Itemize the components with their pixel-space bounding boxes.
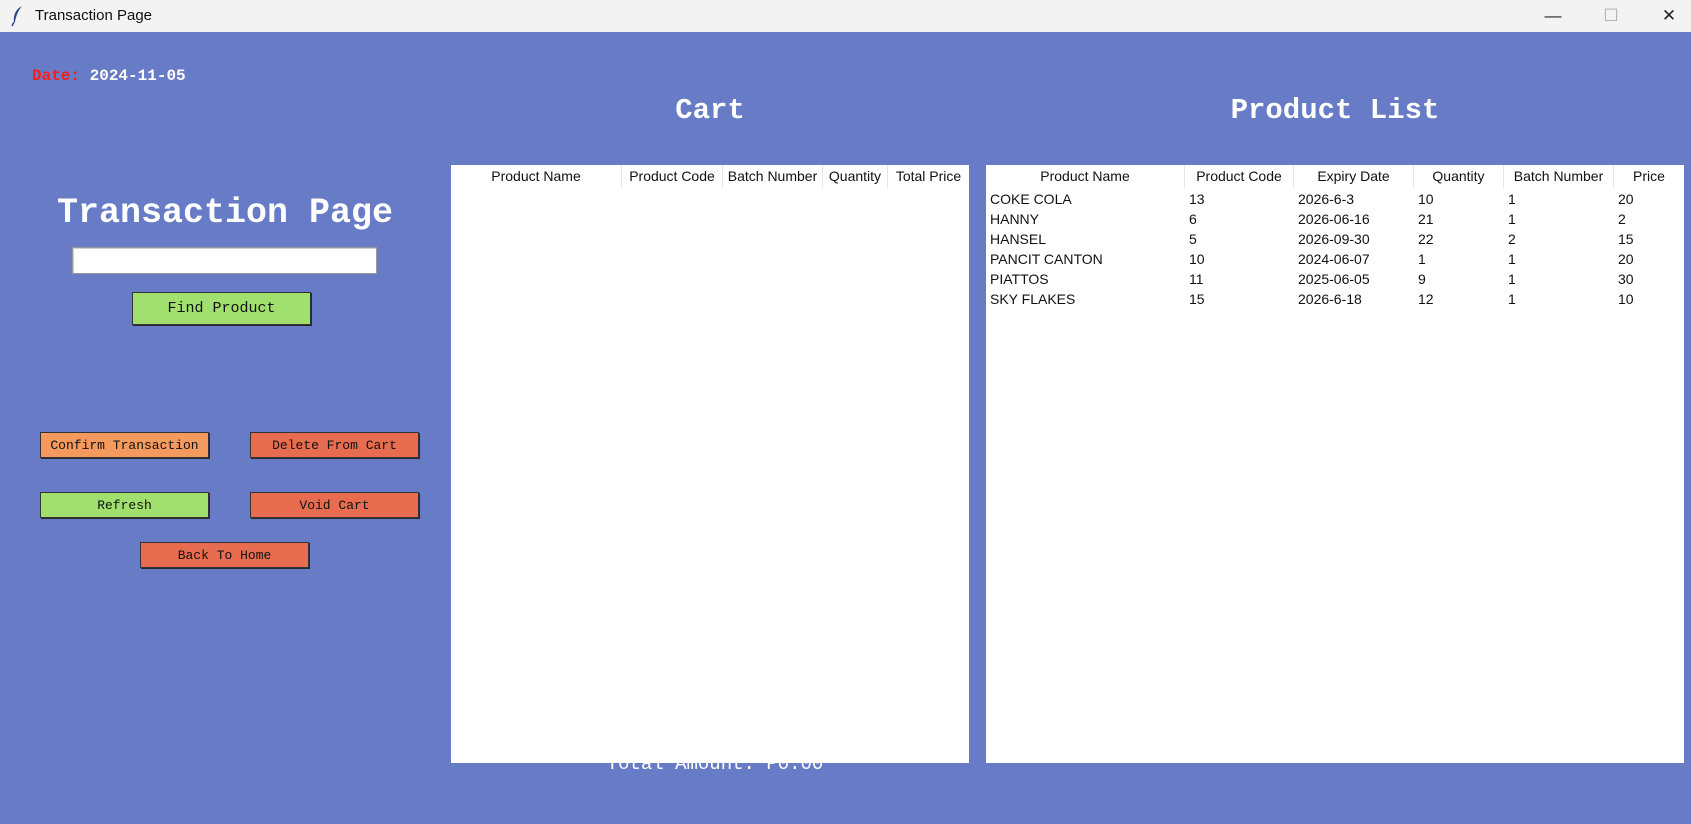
cart-header-row: Product Name Product Code Batch Number Q… [451,165,969,188]
cell-quantity: 12 [1418,291,1434,307]
cell-expiry-date: 2024-06-07 [1298,251,1370,267]
maximize-icon: ☐ [1603,6,1619,25]
total-amount-value: ₱0.00 [766,753,824,775]
cell-expiry-date: 2026-06-16 [1298,211,1370,227]
refresh-button[interactable]: Refresh [40,492,209,518]
cell-expiry-date: 2026-6-3 [1298,191,1355,207]
main-window: Date: 2024-11-05 Transaction Page Find P… [0,32,1691,824]
cell-product-name: PIATTOS [990,271,1049,287]
cell-product-name: COKE COLA [990,191,1072,207]
cell-expiry-date: 2026-09-30 [1298,231,1370,247]
cart-col-total-price[interactable]: Total Price [888,165,969,188]
table-row[interactable]: COKE COLA 13 2026-6-3 10 1 20 [986,189,1684,209]
cell-product-code: 5 [1189,231,1197,247]
delete-from-cart-button[interactable]: Delete From Cart [250,432,419,458]
confirm-transaction-button[interactable]: Confirm Transaction [40,432,209,458]
window-titlebar: Transaction Page — ☐ ✕ [0,0,1691,32]
cell-price: 10 [1618,291,1634,307]
product-list-header-row: Product Name Product Code Expiry Date Qu… [986,165,1684,188]
date-value: 2024-11-05 [89,67,186,85]
cell-product-code: 13 [1189,191,1205,207]
product-list-title: Product List [1230,94,1440,127]
back-to-home-button[interactable]: Back To Home [140,542,309,568]
cell-product-code: 10 [1189,251,1205,267]
cell-quantity: 22 [1418,231,1434,247]
table-row[interactable]: PIATTOS 11 2025-06-05 9 1 30 [986,269,1684,289]
cell-expiry-date: 2025-06-05 [1298,271,1370,287]
cell-price: 20 [1618,191,1634,207]
pl-col-product-code[interactable]: Product Code [1185,165,1294,188]
pl-col-price[interactable]: Price [1614,165,1684,188]
cell-batch-number: 1 [1508,271,1516,287]
cell-quantity: 10 [1418,191,1434,207]
date-label: Date: [32,67,81,85]
cell-quantity: 1 [1418,251,1426,267]
pl-col-quantity[interactable]: Quantity [1414,165,1504,188]
cell-product-code: 15 [1189,291,1205,307]
cell-price: 20 [1618,251,1634,267]
cart-col-quantity[interactable]: Quantity [823,165,888,188]
table-row[interactable]: SKY FLAKES 15 2026-6-18 12 1 10 [986,289,1684,309]
cart-col-product-name[interactable]: Product Name [451,165,622,188]
table-row[interactable]: PANCIT CANTON 10 2024-06-07 1 1 20 [986,249,1684,269]
cell-batch-number: 1 [1508,191,1516,207]
page-title: Transaction Page [56,193,394,233]
cell-product-code: 6 [1189,211,1197,227]
cell-price: 30 [1618,271,1634,287]
find-product-button[interactable]: Find Product [132,292,311,325]
cart-title: Cart [675,94,745,127]
cart-col-batch-number[interactable]: Batch Number [723,165,823,188]
search-input[interactable] [72,247,377,274]
pl-col-product-name[interactable]: Product Name [986,165,1185,188]
cell-price: 2 [1618,211,1626,227]
close-icon: ✕ [1661,6,1677,25]
cell-product-name: HANSEL [990,231,1047,247]
window-title: Transaction Page [35,7,153,24]
cell-quantity: 9 [1418,271,1426,287]
table-row[interactable]: HANSEL 5 2026-09-30 22 2 15 [986,229,1684,249]
minimize-button[interactable]: — [1524,0,1582,32]
close-button[interactable]: ✕ [1640,0,1691,32]
feather-icon [11,6,22,27]
cell-expiry-date: 2026-6-18 [1298,291,1362,307]
cell-batch-number: 1 [1508,251,1516,267]
cart-col-product-code[interactable]: Product Code [622,165,723,188]
cell-product-name: PANCIT CANTON [990,251,1103,267]
cell-price: 15 [1618,231,1634,247]
cell-product-code: 11 [1189,271,1204,287]
cell-batch-number: 1 [1508,211,1516,227]
pl-col-batch-number[interactable]: Batch Number [1504,165,1614,188]
product-list-table[interactable]: Product Name Product Code Expiry Date Qu… [986,165,1684,763]
total-amount: Total Amount: ₱0.00 [450,753,980,775]
void-cart-button[interactable]: Void Cart [250,492,419,518]
cell-quantity: 21 [1418,211,1434,227]
cell-batch-number: 1 [1508,291,1516,307]
maximize-button[interactable]: ☐ [1582,0,1640,32]
cell-product-name: HANNY [990,211,1040,227]
table-row[interactable]: HANNY 6 2026-06-16 21 1 2 [986,209,1684,229]
date-display: Date: 2024-11-05 [32,67,186,85]
cart-table[interactable]: Product Name Product Code Batch Number Q… [451,165,969,763]
pl-col-expiry-date[interactable]: Expiry Date [1294,165,1414,188]
cell-product-name: SKY FLAKES [990,291,1076,307]
total-amount-label: Total Amount: [606,753,755,775]
cell-batch-number: 2 [1508,231,1516,247]
minimize-icon: — [1544,6,1562,25]
